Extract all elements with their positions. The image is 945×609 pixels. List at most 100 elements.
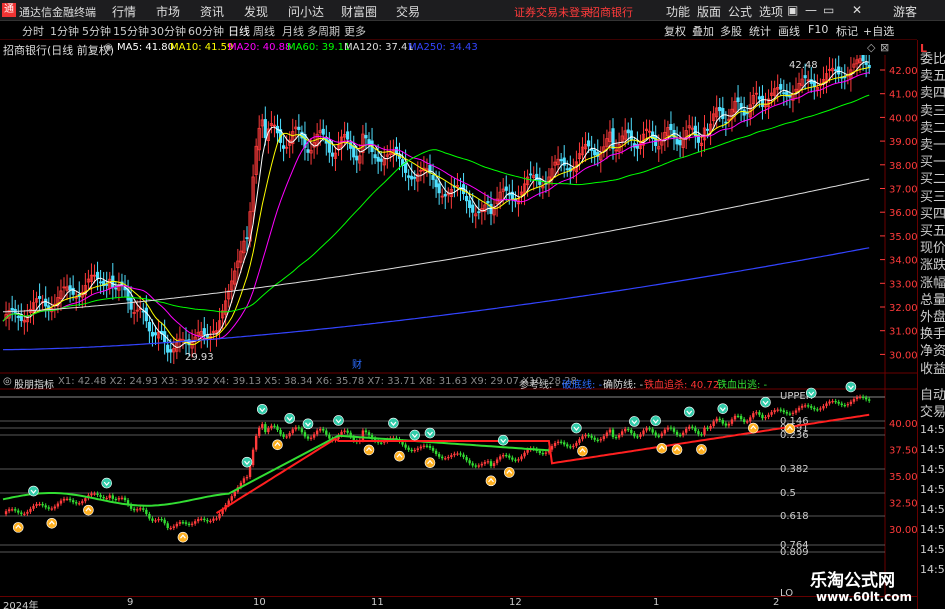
tool-button[interactable]: F10 [808,23,828,36]
menu-item[interactable]: 行情 [112,3,136,20]
ind-bar-up [285,436,288,438]
ind-bar-down [102,496,105,499]
tool-button[interactable]: 统计 [749,23,771,39]
indicator-settings-icon[interactable]: ◎ [3,376,12,387]
period-tab[interactable]: 更多 [344,23,366,39]
ind-bar-up [23,513,26,515]
candle-down [834,69,838,72]
candle-down [742,109,746,116]
ind-bar-down [462,454,465,458]
ind-bar-down [465,457,468,461]
tool-button[interactable]: 多股 [720,23,742,39]
period-tab[interactable]: 60分钟 [188,23,224,39]
ind-bar-up [136,509,139,511]
tool-button[interactable]: 标记 [836,23,858,39]
sidebar-field: 涨跌 [920,258,945,274]
ind-bar-down [163,519,166,524]
period-tab[interactable]: 1分钟 [50,23,79,39]
period-tab[interactable]: 多周期 [307,23,340,39]
ind-bar-down [779,409,782,411]
ind-bar-up [803,405,807,407]
ind-bar-up [413,449,416,452]
tool-button[interactable]: +自选 [863,23,894,39]
candle-down [367,139,371,145]
ma60-line [2,94,870,322]
ind-bar-down [785,412,789,414]
tool-button[interactable]: 画线 [778,23,800,39]
period-tab[interactable]: 周线 [253,23,275,39]
buy-signal-icon [671,444,683,456]
kline-chart[interactable]: 42.00 41.00 40.00 39.00 38.00 37.00 36.00 35.00… [0,55,917,596]
ind-bar-down [431,447,435,451]
minimize-icon[interactable]: — [805,3,817,17]
indicator-header: ◎ 股朋指标 X1: 42.48 X2: 24.93 X3: 39.92 X4:… [0,374,917,391]
ind-bar-up [78,503,81,505]
buy-signal-icon [747,422,759,434]
sell-signal-icon [28,485,39,497]
tool-button[interactable]: 叠加 [692,23,714,39]
ind-bar-down [184,522,188,524]
ind-bar-up [108,495,111,498]
ind-bar-up [233,491,236,497]
period-tab[interactable]: 5分钟 [82,23,111,39]
ind-bar-up [294,427,297,430]
period-tab[interactable]: 分时 [22,23,44,39]
candle-down [782,92,786,95]
sidebar-field: 卖二 [920,120,945,136]
menu-item[interactable]: 资讯 [200,3,224,20]
candle-down [379,158,383,162]
ma-toggle-icon[interactable]: ◉ [104,42,113,53]
candle-down [99,281,103,284]
candle-down [346,131,350,140]
period-tab[interactable]: 30分钟 [150,23,186,39]
ind-bar-down [71,500,75,503]
ind-bar-down [511,457,514,460]
tool-button[interactable]: 复权 [664,23,686,39]
candle-down [437,183,441,194]
ind-bar-up [849,401,853,405]
restore-icon[interactable]: ▭ [823,3,834,17]
panel-close-icon[interactable]: ⊠ [880,41,889,54]
price-axis-label: 42.00 [889,66,917,77]
menu-item-right[interactable]: 版面 [697,3,721,20]
candle-down [705,128,710,131]
close-icon[interactable]: ✕ [852,3,862,17]
period-tab[interactable]: 月线 [282,23,304,39]
candle-down [403,161,408,173]
ind-bar-up [26,511,29,514]
menu-item-right[interactable]: 功能 [666,3,690,20]
period-tab[interactable]: 日线 [228,23,250,39]
ind-bar-up [791,412,795,414]
ind-bar-up [855,397,859,400]
menu-item[interactable]: 市场 [156,3,180,20]
cube-icon[interactable]: ▣ [787,3,798,17]
menu-item[interactable]: 财富圈 [341,3,377,20]
menu-item-right[interactable]: 公式 [728,3,752,20]
guest-label[interactable]: 游客 [893,3,917,20]
diamond-icon[interactable]: ◇ [867,41,875,54]
ind-bar-up [38,503,41,506]
candle-down [529,173,533,176]
ind-bar-down [864,397,868,400]
trade-login-notice[interactable]: 证券交易未登录 [514,4,591,20]
ind-bar-up [749,417,752,422]
ind-bar-down [279,429,282,435]
ind-bar-up [819,408,822,410]
ind-bar-up [681,432,685,436]
ind-bar-down [346,430,349,433]
ind-bar-up [767,414,770,418]
menu-item[interactable]: 交易 [396,3,420,20]
ind-bar-up [831,401,834,403]
candle-down [410,175,414,180]
broker-link[interactable]: 招商银行 [589,4,633,20]
ind-bar-down [630,429,633,434]
ind-bar-up [523,452,526,457]
menu-item-right[interactable]: 选项 [759,3,783,20]
fib-label: 0.618 [780,511,809,522]
ind-bar-up [730,419,734,424]
menu-item[interactable]: 发现 [244,3,268,20]
ind-bar-up [727,423,731,426]
buy-signal-icon [485,475,497,487]
period-tab[interactable]: 15分钟 [113,23,149,39]
menu-item[interactable]: 问小达 [288,3,324,20]
